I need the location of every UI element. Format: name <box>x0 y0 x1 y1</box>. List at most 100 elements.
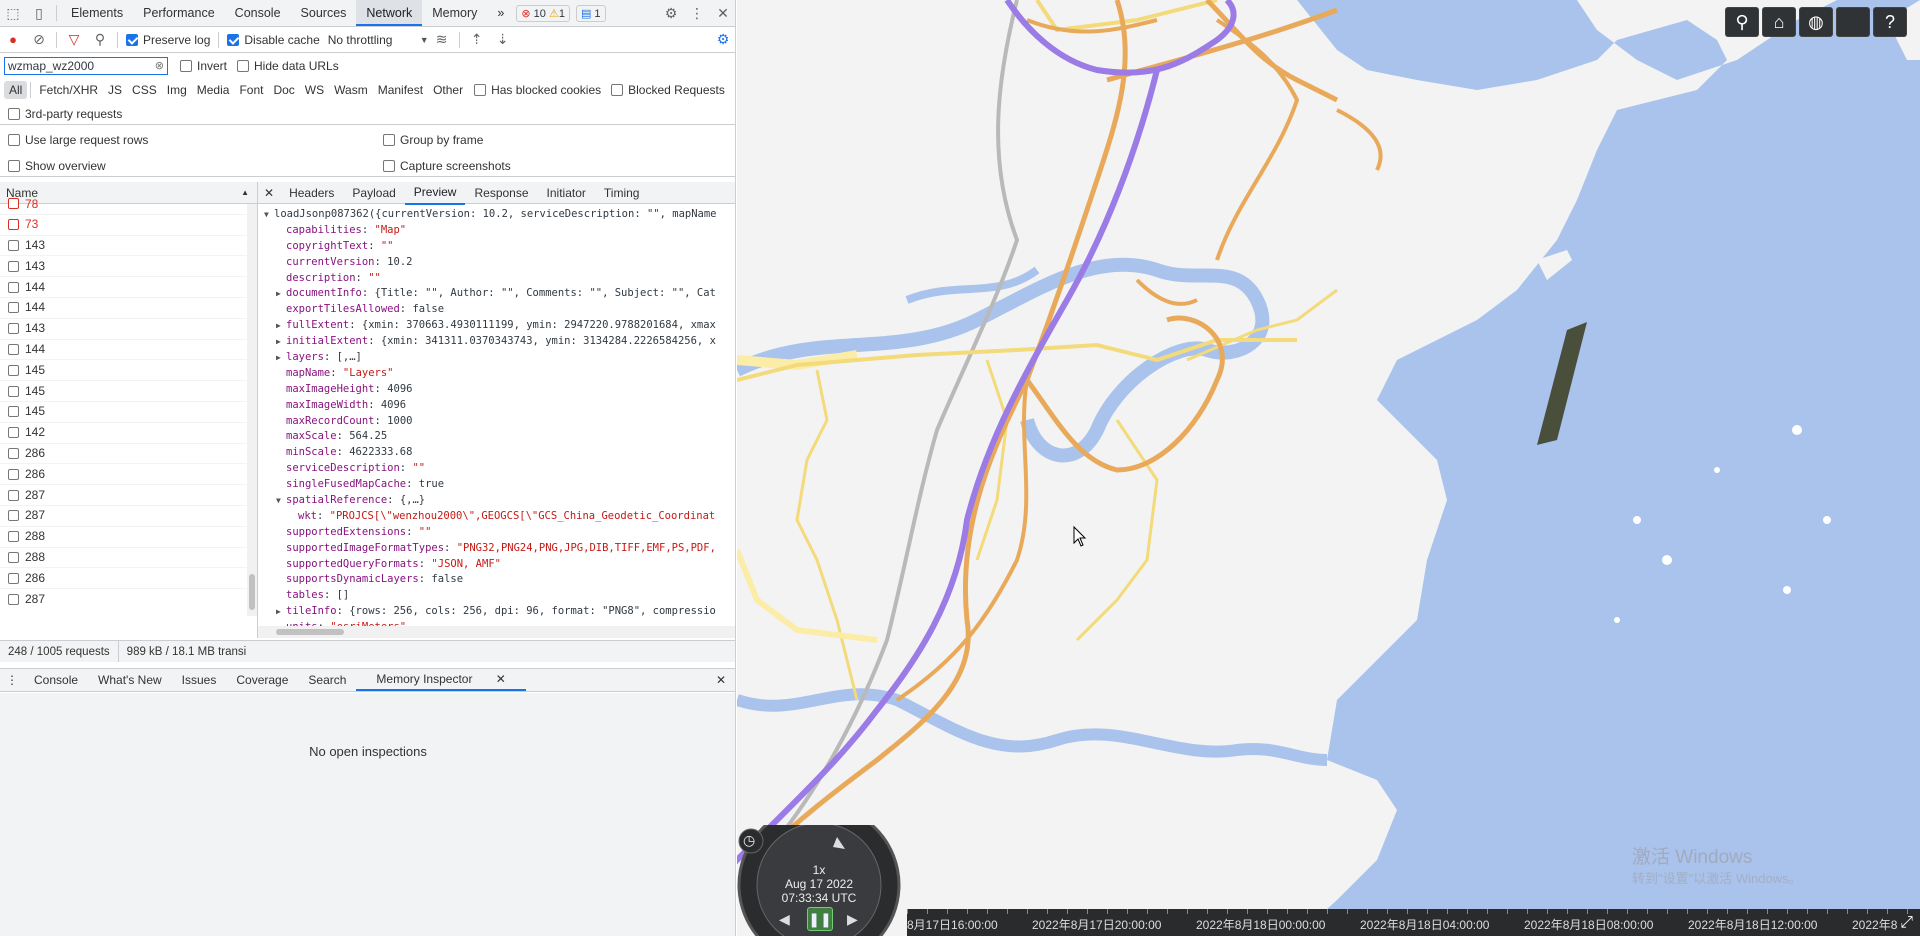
network-settings-icon[interactable]: ⚙ <box>710 27 735 53</box>
tab-timing[interactable]: Timing <box>595 182 649 204</box>
expand-right-icon[interactable]: ▶ <box>276 350 286 366</box>
show-overview-checkbox[interactable] <box>8 159 20 172</box>
request-row[interactable]: 287 <box>0 589 257 606</box>
request-row[interactable]: 144 <box>0 298 257 319</box>
json-line[interactable]: ▶ initialExtent: {xmin: 341311.0370343743… <box>258 334 735 350</box>
expand-right-icon[interactable]: ▶ <box>276 604 286 620</box>
close-drawer-icon[interactable]: ✕ <box>706 673 735 687</box>
request-row[interactable]: 143 <box>0 319 257 340</box>
json-line[interactable]: ▶ layers: [,…] <box>258 350 735 366</box>
close-devtools-icon[interactable]: ✕ <box>710 0 735 26</box>
fullscreen-icon[interactable]: ⤢ <box>1897 914 1916 932</box>
import-har-icon[interactable]: ⇡ <box>464 27 490 53</box>
expand-down-icon[interactable]: ▼ <box>276 493 286 509</box>
tab-network[interactable]: Network <box>356 0 423 26</box>
type-filter-doc[interactable]: Doc <box>268 81 299 99</box>
capture-screenshots-checkbox[interactable] <box>383 159 395 172</box>
filter-input[interactable]: wzmap_wz2000 <box>8 59 94 73</box>
tab-console[interactable]: Console <box>225 0 291 26</box>
preview-hscrollbar[interactable] <box>258 626 735 638</box>
realtime-clock-icon[interactable]: ◷ <box>743 832 755 849</box>
messages-badge[interactable]: ▤ 1 <box>575 4 606 22</box>
home-icon[interactable]: ⌂ <box>1762 7 1796 37</box>
more-tabs-button[interactable]: » <box>487 0 514 26</box>
clear-filter-icon[interactable]: ⊗ <box>155 59 164 72</box>
json-line[interactable]: ▼ loadJsonp087362({currentVersion: 10.2, … <box>258 207 735 223</box>
tab-response[interactable]: Response <box>465 182 537 204</box>
large-rows-checkbox[interactable] <box>8 134 20 146</box>
request-row[interactable]: 144 <box>0 277 257 298</box>
filter-input-box[interactable]: wzmap_wz2000 ⊗ <box>4 57 168 75</box>
drawer-tab-console[interactable]: Console <box>24 673 88 687</box>
third-party-checkbox[interactable] <box>8 107 20 120</box>
type-filter-js[interactable]: JS <box>103 81 127 99</box>
type-filter-wasm[interactable]: Wasm <box>329 81 373 99</box>
drawer-tab-memory-inspector[interactable]: Memory Inspector ✕ <box>356 669 526 691</box>
drawer-tab-search[interactable]: Search <box>298 673 356 687</box>
settings-gear-icon[interactable]: ⚙ <box>658 0 684 26</box>
drawer-tab-coverage[interactable]: Coverage <box>226 673 298 687</box>
tab-performance[interactable]: Performance <box>133 0 225 26</box>
map-viewer[interactable]: ⚲ ⌂ ◍ ? 激活 Windows 转到"设置"以激活 Windows。 ◷ … <box>737 0 1920 936</box>
inspect-element-icon[interactable]: ⬚ <box>0 0 26 26</box>
map-canvas[interactable] <box>737 0 1920 936</box>
search-icon[interactable]: ⚲ <box>1725 7 1759 37</box>
request-row[interactable]: 286 <box>0 444 257 465</box>
globe-icon[interactable]: ◍ <box>1799 7 1833 37</box>
tab-elements[interactable]: Elements <box>61 0 133 26</box>
hide-data-urls-checkbox[interactable] <box>237 60 250 72</box>
json-line[interactable]: ▶ documentInfo: {Title: "", Author: "", C… <box>258 286 735 302</box>
hscroll-thumb[interactable] <box>276 629 344 635</box>
type-filter-img[interactable]: Img <box>162 81 192 99</box>
timeline-bar[interactable]: 8月17日16:00:00 2022年8月17日20:00:00 2022年8月… <box>907 909 1920 936</box>
request-row[interactable]: 286 <box>0 568 257 590</box>
type-filter-all[interactable]: All <box>4 81 28 99</box>
drawer-menu-icon[interactable]: ⋮ <box>0 673 24 687</box>
close-tab-icon[interactable]: ✕ <box>486 672 516 686</box>
type-filter-css[interactable]: CSS <box>127 81 162 99</box>
network-conditions-icon[interactable]: ≋ <box>429 27 455 53</box>
throttling-select[interactable]: No throttling <box>328 33 420 47</box>
type-filter-ws[interactable]: WS <box>300 81 329 99</box>
more-options-icon[interactable]: ⋮ <box>684 0 710 26</box>
tab-preview[interactable]: Preview <box>404 182 466 205</box>
layers-icon[interactable] <box>1836 7 1870 37</box>
request-row[interactable]: 287 <box>0 485 257 506</box>
expand-right-icon[interactable]: ▶ <box>276 334 286 350</box>
request-row[interactable]: 145 <box>0 402 257 423</box>
type-filter-manifest[interactable]: Manifest <box>373 81 428 99</box>
close-detail-icon[interactable]: ✕ <box>258 182 280 204</box>
type-filter-font[interactable]: Font <box>234 81 268 99</box>
preserve-log-checkbox[interactable] <box>126 33 138 46</box>
disable-cache-checkbox[interactable] <box>227 33 240 46</box>
tab-sources[interactable]: Sources <box>291 0 357 26</box>
type-filter-other[interactable]: Other <box>428 81 468 99</box>
request-row[interactable]: 145 <box>0 381 257 402</box>
json-line[interactable]: ▶ tileInfo: {rows: 256, cols: 256, dpi: 9… <box>258 604 735 620</box>
drawer-tab-whats-new[interactable]: What's New <box>88 673 172 687</box>
json-line[interactable]: ▼ spatialReference: {,…} <box>258 493 735 509</box>
request-row[interactable]: 73 <box>0 215 257 236</box>
has-blocked-cookies-checkbox[interactable] <box>474 84 487 96</box>
request-row[interactable]: 142 <box>0 423 257 444</box>
request-row[interactable]: 286 <box>0 464 257 486</box>
search-icon[interactable]: ⚲ <box>87 27 113 53</box>
blocked-requests-checkbox[interactable] <box>611 84 624 96</box>
tab-payload[interactable]: Payload <box>343 182 404 204</box>
export-har-icon[interactable]: ⇣ <box>490 27 516 53</box>
issues-badge[interactable]: ⊗ 10 ⚠1 <box>516 4 570 22</box>
tab-headers[interactable]: Headers <box>280 182 343 204</box>
record-icon[interactable]: ● <box>0 27 26 53</box>
tab-initiator[interactable]: Initiator <box>538 182 595 204</box>
scrollbar-thumb[interactable] <box>249 574 255 610</box>
request-row[interactable]: 287 <box>0 506 257 527</box>
request-row[interactable]: 145 <box>0 360 257 382</box>
request-row[interactable]: 143 <box>0 236 257 257</box>
expand-down-icon[interactable]: ▼ <box>264 207 274 223</box>
drawer-tab-issues[interactable]: Issues <box>172 673 227 687</box>
expand-right-icon[interactable]: ▶ <box>276 286 286 302</box>
play-forward-icon[interactable]: ▶ <box>847 911 858 928</box>
request-row[interactable]: 288 <box>0 527 257 548</box>
invert-checkbox[interactable] <box>180 60 192 72</box>
clear-icon[interactable]: ⊘ <box>26 27 52 53</box>
